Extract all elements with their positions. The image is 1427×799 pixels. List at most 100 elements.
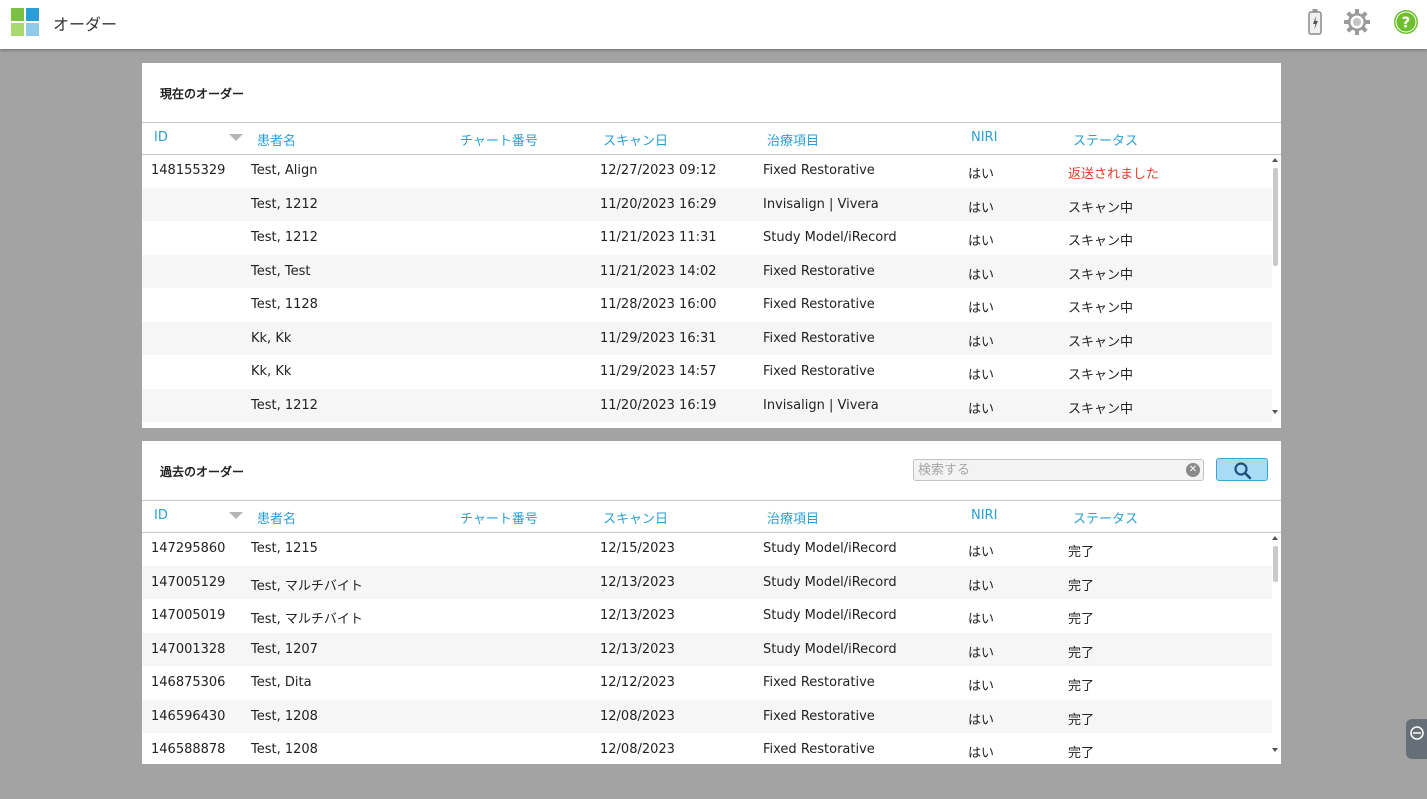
table-row[interactable]: 147005129 Test, マルチバイト 12/13/2023 Study Mod…: [142, 565, 1272, 599]
cell-status: 完了: [1068, 545, 1095, 560]
current-orders-header: ID 患者名 チャート番号 スキャン日 治療項目 NIRI ステータス: [142, 122, 1281, 155]
current-orders-scrollbar[interactable]: [1272, 156, 1279, 416]
cell-patient-name: Test, 1215: [251, 541, 318, 556]
cell-treatment: Fixed Restorative: [763, 364, 875, 379]
cell-treatment: Study Model/iRecord: [763, 574, 897, 590]
column-niri[interactable]: NIRI: [971, 508, 997, 523]
cell-patient-name: Test, 1212: [251, 196, 318, 212]
current-orders-list: 148155329 Test, Align 12/27/2023 09:12 Fixe…: [142, 154, 1272, 422]
cell-status: 完了: [1068, 612, 1095, 627]
column-treatment[interactable]: 治療項目: [767, 130, 819, 149]
gear-icon[interactable]: [1342, 8, 1372, 36]
cell-niri: はい: [968, 334, 995, 350]
cell-patient-name: Test, 1128: [251, 297, 318, 312]
column-patient-name[interactable]: 患者名: [257, 508, 296, 527]
column-scan-date[interactable]: スキャン日: [603, 508, 668, 527]
table-row[interactable]: 147001328 Test, 1207 12/13/2023 Study Model…: [142, 632, 1272, 666]
cell-patient-name: Test, Dita: [251, 675, 312, 690]
cell-id: 146875306: [151, 675, 226, 690]
cell-treatment: Fixed Restorative: [763, 163, 875, 178]
cell-niri: はい: [968, 234, 995, 249]
cell-patient-name: Test, Align: [251, 163, 318, 178]
cell-id: 146596430: [151, 708, 226, 724]
column-treatment[interactable]: 治療項目: [767, 508, 819, 527]
past-orders-header: ID 患者名 チャート番号 スキャン日 治療項目 NIRI ステータス: [142, 500, 1281, 533]
cell-patient-name: Test, 1212: [251, 397, 318, 413]
cell-niri: はい: [968, 200, 995, 216]
table-row[interactable]: 146588878 Test, 1208 12/08/2023 Fixed Resto…: [142, 733, 1272, 764]
cell-treatment: Invisalign | Vivera: [763, 397, 879, 413]
column-patient-name[interactable]: 患者名: [257, 130, 296, 149]
cell-status: スキャン中: [1068, 368, 1134, 383]
sort-down-icon[interactable]: [229, 512, 243, 519]
page-title: オーダー: [53, 15, 118, 34]
cell-status: スキャン中: [1068, 334, 1134, 350]
column-status[interactable]: ステータス: [1073, 130, 1138, 149]
current-orders-panel: 現在のオーダー ID 患者名 チャート番号 スキャン日 治療項目 NIRI ステ…: [142, 63, 1281, 428]
column-status[interactable]: ステータス: [1073, 508, 1138, 527]
cell-niri: はい: [968, 167, 995, 182]
table-row[interactable]: 146596430 Test, 1208 12/08/2023 Fixed Resto…: [142, 699, 1272, 733]
cell-niri: はい: [968, 746, 995, 761]
cell-niri: はい: [968, 712, 995, 728]
cell-niri: はい: [968, 368, 995, 383]
search-field: ✕: [913, 459, 1204, 481]
column-niri[interactable]: NIRI: [971, 130, 997, 145]
column-chart-number[interactable]: チャート番号: [460, 508, 538, 527]
side-panel-tab[interactable]: [1406, 719, 1427, 759]
cell-niri: はい: [968, 578, 995, 594]
remote-support-icon: [1410, 726, 1424, 740]
cell-treatment: Study Model/iRecord: [763, 230, 897, 245]
app-logo-icon[interactable]: [11, 8, 39, 36]
cell-scan-date: 12/08/2023: [600, 742, 675, 757]
cell-scan-date: 12/13/2023: [600, 574, 675, 590]
column-id[interactable]: ID: [154, 130, 168, 145]
table-row[interactable]: Test, 1212 11/20/2023 16:29 Invisalign | V…: [142, 187, 1272, 221]
battery-charging-icon[interactable]: [1305, 8, 1325, 36]
cell-status: 完了: [1068, 645, 1095, 661]
sort-down-icon[interactable]: [229, 134, 243, 141]
clear-icon[interactable]: ✕: [1186, 463, 1200, 477]
cell-id: 147001328: [151, 641, 226, 657]
column-scan-date[interactable]: スキャン日: [603, 130, 668, 149]
table-row[interactable]: Kk, Kk 11/29/2023 16:31 Fixed Restorative は…: [142, 321, 1272, 355]
help-icon[interactable]: ?: [1392, 8, 1420, 36]
table-row[interactable]: Test, 1212 11/21/2023 11:31 Study Model/iR…: [142, 221, 1272, 255]
cell-status: スキャン中: [1068, 301, 1134, 316]
search-button[interactable]: [1216, 458, 1268, 481]
table-row[interactable]: 146875306 Test, Dita 12/12/2023 Fixed Resto…: [142, 666, 1272, 700]
top-bar: オーダー ?: [0, 0, 1427, 49]
cell-scan-date: 12/13/2023: [600, 641, 675, 657]
cell-scan-date: 11/21/2023 14:02: [600, 263, 717, 279]
table-row[interactable]: 147295860 Test, 1215 12/15/2023 Study Model…: [142, 532, 1272, 566]
cell-status: 完了: [1068, 712, 1095, 728]
cell-treatment: Study Model/iRecord: [763, 608, 897, 623]
cell-status: 完了: [1068, 578, 1095, 594]
cell-niri: はい: [968, 645, 995, 661]
cell-status: 完了: [1068, 679, 1095, 694]
cell-patient-name: Test, 1207: [251, 641, 318, 657]
table-row[interactable]: Test, 1212 11/20/2023 16:19 Invisalign | V…: [142, 388, 1272, 422]
column-chart-number[interactable]: チャート番号: [460, 130, 538, 149]
cell-niri: はい: [968, 679, 995, 694]
column-id[interactable]: ID: [154, 508, 168, 523]
cell-patient-name: Test, 1212: [251, 230, 318, 245]
table-row[interactable]: Test, Test 11/21/2023 14:02 Fixed Restorat…: [142, 254, 1272, 288]
search-input[interactable]: [918, 461, 1178, 479]
cell-scan-date: 12/13/2023: [600, 608, 675, 623]
table-row[interactable]: 148155329 Test, Align 12/27/2023 09:12 Fixe…: [142, 154, 1272, 188]
past-orders-scrollbar[interactable]: [1272, 534, 1279, 754]
cell-status: スキャン中: [1068, 401, 1134, 417]
cell-id: 147005019: [151, 608, 226, 623]
cell-id: 148155329: [151, 163, 226, 178]
table-row[interactable]: Test, 1128 11/28/2023 16:00 Fixed Restorat…: [142, 288, 1272, 322]
cell-patient-name: Test, 1208: [251, 708, 318, 724]
cell-scan-date: 12/08/2023: [600, 708, 675, 724]
cell-patient-name: Test, 1208: [251, 742, 318, 757]
cell-scan-date: 11/29/2023 16:31: [600, 330, 717, 346]
table-row[interactable]: 147005019 Test, マルチバイト 12/13/2023 Study Mod…: [142, 599, 1272, 633]
table-row[interactable]: Kk, Kk 11/29/2023 14:57 Fixed Restorative は…: [142, 355, 1272, 389]
cell-id: 147005129: [151, 574, 226, 590]
cell-scan-date: 11/29/2023 14:57: [600, 364, 717, 379]
cell-id: 146588878: [151, 742, 226, 757]
